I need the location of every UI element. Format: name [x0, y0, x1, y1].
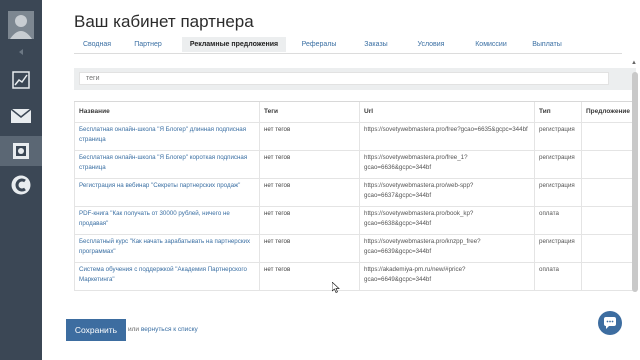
offer-tags: нет тегов: [260, 262, 360, 290]
collapse-arrow-icon[interactable]: [0, 46, 42, 58]
offers-table: Название Теги Url Тип Предложение Беспла…: [74, 101, 636, 291]
user-avatar-icon[interactable]: [0, 8, 42, 42]
save-button[interactable]: Сохранить: [66, 319, 126, 341]
back-text: или вернуться к списку: [128, 326, 198, 333]
tab-summary[interactable]: Сводная: [74, 37, 120, 52]
table-header-row: Название Теги Url Тип Предложение: [74, 102, 636, 123]
tab-referrals[interactable]: Рефералы: [292, 37, 346, 52]
table-row: Бесплатная онлайн-школа "Я Блогер" корот…: [74, 150, 636, 179]
offer-name-link[interactable]: Регистрация на вебинар "Секреты партнерс…: [74, 178, 260, 206]
offer-tags: нет тегов: [260, 122, 360, 150]
offer-url: https://sovetywebmastera.pro/web-spp?gca…: [360, 178, 535, 206]
offer-name-link[interactable]: Бесплатная онлайн-школа "Я Блогер" корот…: [74, 150, 260, 178]
offer-offer: [582, 178, 636, 206]
header-url[interactable]: Url: [360, 102, 535, 122]
offer-type: регистрация: [535, 150, 582, 178]
table-row: Бесплатный курс "Как начать зарабатывать…: [74, 234, 636, 263]
main-content: Ваш кабинет партнера Сводная Партнер Рек…: [42, 0, 640, 360]
header-offer[interactable]: Предложение: [582, 102, 636, 122]
tab-commissions[interactable]: Комиссии: [464, 37, 518, 52]
tab-payouts[interactable]: Выплаты: [520, 37, 574, 52]
header-type[interactable]: Тип: [535, 102, 582, 122]
tab-bar: Сводная Партнер Рекламные предложения Ре…: [74, 37, 622, 54]
scrollbar-thumb[interactable]: [632, 72, 638, 292]
chat-icon[interactable]: [598, 311, 622, 335]
offer-type: оплата: [535, 262, 582, 290]
offer-url: https://sovetywebmastera.pro/knzpp_free?…: [360, 234, 535, 262]
tab-partner[interactable]: Партнер: [126, 37, 170, 52]
offer-name-link[interactable]: Бесплатный курс "Как начать зарабатывать…: [74, 234, 260, 262]
offer-tags: нет тегов: [260, 206, 360, 234]
offer-url: https://sovetywebmastera.pro/free?gcao=6…: [360, 122, 535, 150]
scroll-up-arrow-icon[interactable]: ▲: [631, 60, 637, 66]
offer-offer: [582, 206, 636, 234]
table-row: Регистрация на вебинар "Секреты партнерс…: [74, 178, 636, 207]
offer-name-link[interactable]: Бесплатная онлайн-школа "Я Блогер" длинн…: [74, 122, 260, 150]
offer-type: регистрация: [535, 122, 582, 150]
page-title: Ваш кабинет партнера: [74, 12, 254, 31]
offer-type: регистрация: [535, 178, 582, 206]
offer-url: https://akademiya-pm.ru/new/#price?gcao=…: [360, 262, 535, 290]
offer-url: https://sovetywebmastera.pro/book_kp?gca…: [360, 206, 535, 234]
table-row: Система обучения с поддержкой "Академия …: [74, 262, 636, 291]
offer-type: оплата: [535, 206, 582, 234]
offer-tags: нет тегов: [260, 150, 360, 178]
tags-filter-input[interactable]: [79, 72, 609, 85]
gc-logo-icon[interactable]: [0, 172, 42, 198]
filter-bar: [74, 68, 636, 90]
tab-ad-offers[interactable]: Рекламные предложения: [182, 37, 286, 52]
offer-tags: нет тегов: [260, 178, 360, 206]
table-row: Бесплатная онлайн-школа "Я Блогер" длинн…: [74, 122, 636, 151]
header-tags[interactable]: Теги: [260, 102, 360, 122]
offer-name-link[interactable]: PDF-книга "Как получать от 30000 рублей,…: [74, 206, 260, 234]
or-text: или: [128, 326, 141, 333]
offer-offer: [582, 150, 636, 178]
offer-offer: [582, 122, 636, 150]
offer-name-link[interactable]: Система обучения с поддержкой "Академия …: [74, 262, 260, 290]
table-row: PDF-книга "Как получать от 30000 рублей,…: [74, 206, 636, 235]
offer-offer: [582, 262, 636, 290]
tab-orders[interactable]: Заказы: [354, 37, 398, 52]
safe-icon[interactable]: [0, 136, 42, 166]
offer-type: регистрация: [535, 234, 582, 262]
offer-offer: [582, 234, 636, 262]
offer-url: https://sovetywebmastera.pro/free_1?gcao…: [360, 150, 535, 178]
sidebar: [0, 0, 42, 360]
offer-tags: нет тегов: [260, 234, 360, 262]
header-name[interactable]: Название: [74, 102, 260, 122]
mouse-cursor-icon: [331, 280, 340, 298]
tab-conditions[interactable]: Условия: [406, 37, 456, 52]
chart-icon[interactable]: [0, 66, 42, 94]
back-to-list-link[interactable]: вернуться к списку: [141, 326, 198, 333]
mail-icon[interactable]: [0, 102, 42, 130]
